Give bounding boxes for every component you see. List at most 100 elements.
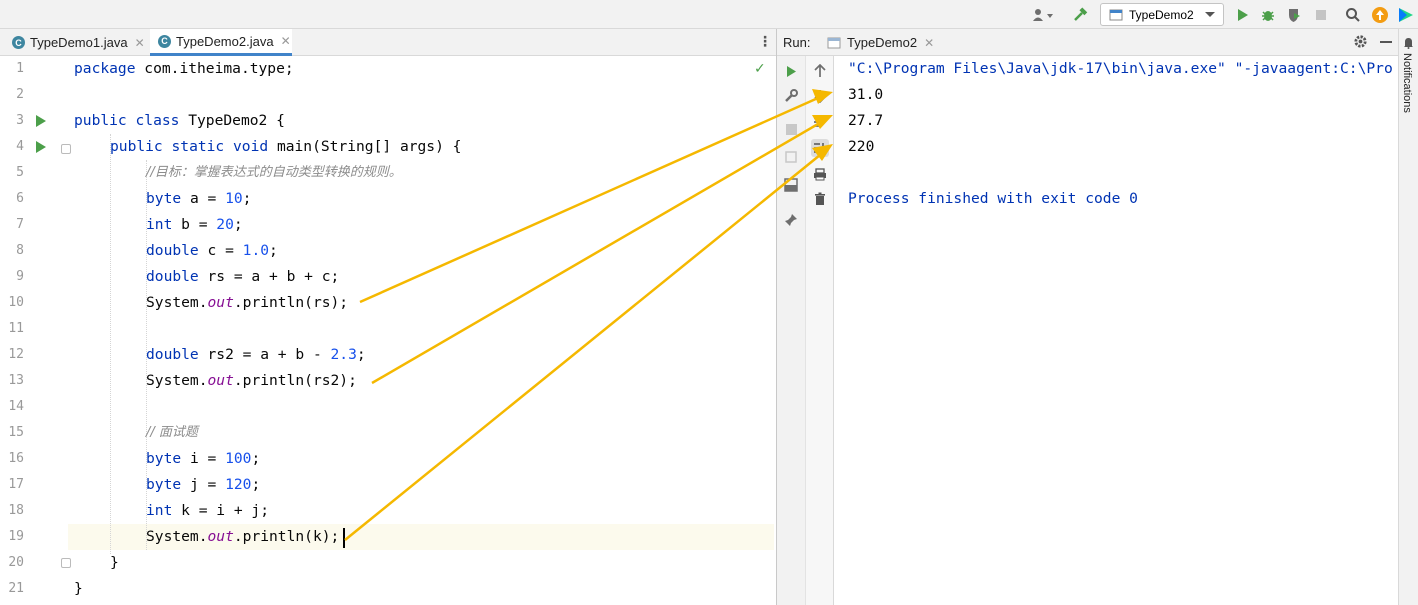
line-number: 1 (16, 61, 24, 76)
arrow-down-icon[interactable] (811, 87, 829, 105)
code-line-7: int b = 20; (146, 212, 243, 238)
code-text: a = (181, 190, 226, 207)
application-icon (827, 37, 841, 48)
indent-guide (110, 134, 111, 554)
line-number: 2 (16, 87, 24, 102)
run-left-toolbar (777, 56, 806, 605)
code-line-9: double rs = a + b + c; (146, 264, 339, 290)
line-number: 3 (16, 113, 24, 128)
code-text: com.itheima.type; (135, 60, 294, 77)
run-configuration-select[interactable]: TypeDemo2 (1100, 3, 1224, 26)
number-literal: 10 (225, 190, 243, 207)
code-text: .println(rs); (233, 294, 349, 311)
fold-icon[interactable] (61, 558, 71, 568)
console-output-line: 31.0 (848, 86, 884, 103)
line-number: 8 (16, 243, 24, 258)
tab-label: TypeDemo1.java (30, 35, 128, 50)
more-options-icon[interactable]: ⋮ (758, 34, 772, 50)
code-text: ; (242, 190, 252, 207)
line-number: 12 (8, 347, 24, 362)
wrench-icon[interactable] (782, 87, 800, 105)
code-line-17: byte j = 120; (146, 472, 260, 498)
console-output[interactable]: "C:\Program Files\Java\jdk-17\bin\java.e… (834, 56, 1399, 605)
tab-typedemo1[interactable]: C TypeDemo1.java ✕ (12, 29, 146, 56)
line-number: 9 (16, 269, 24, 284)
line-number: 11 (8, 321, 24, 336)
code-text: b = (172, 216, 217, 233)
pin-icon[interactable] (782, 211, 800, 229)
code-line-10: System.out.println(rs); (146, 290, 348, 316)
minimize-icon[interactable] (1380, 41, 1392, 43)
stop-icon[interactable] (1312, 5, 1330, 24)
restore-layout-icon[interactable] (782, 148, 800, 166)
jetbrains-icon[interactable] (1396, 5, 1416, 24)
chevron-down-icon (1205, 12, 1215, 17)
tab-typedemo2[interactable]: C TypeDemo2.java ✕ (150, 29, 292, 56)
console-output-line: 27.7 (848, 112, 884, 129)
stop-icon[interactable] (782, 120, 800, 138)
line-number: 10 (8, 295, 24, 310)
keyword: double (146, 268, 199, 285)
number-literal: 120 (225, 476, 252, 493)
trash-icon[interactable] (811, 190, 829, 208)
code-text: j = (181, 476, 226, 493)
close-icon[interactable]: ✕ (924, 36, 934, 50)
keyword: int (146, 502, 173, 519)
close-icon[interactable]: ✕ (281, 34, 291, 48)
line-number: 4 (16, 139, 24, 154)
keyword: byte (146, 190, 182, 207)
run-icon[interactable] (1234, 5, 1252, 24)
fold-icon[interactable] (61, 144, 71, 154)
number-literal: 1.0 (242, 242, 270, 259)
line-number: 14 (8, 399, 24, 414)
inspection-ok-icon[interactable]: ✓ (754, 61, 766, 77)
code-text: ; (233, 216, 243, 233)
build-hammer-icon[interactable] (1070, 5, 1090, 24)
layout-icon[interactable] (782, 176, 800, 194)
tab-run-typedemo2[interactable]: TypeDemo2 ✕ (827, 29, 934, 56)
user-icon[interactable] (1030, 5, 1056, 24)
run-main-icon[interactable] (36, 141, 46, 153)
code-line-12: double rs2 = a + b - 2.3; (146, 342, 366, 368)
code-editor[interactable]: 1 2 3 4 5 6 7 8 9 10 11 12 13 14 15 16 1… (0, 56, 776, 605)
code-line-13: System.out.println(rs2); (146, 368, 357, 394)
close-icon[interactable]: ✕ (135, 36, 145, 50)
line-number: 6 (16, 191, 24, 206)
code-text: ; (356, 346, 366, 363)
java-class-icon: C (158, 34, 171, 48)
rerun-icon[interactable] (782, 62, 800, 80)
arrow-up-icon[interactable] (811, 62, 829, 80)
line-number: 7 (16, 217, 24, 232)
debug-icon[interactable] (1259, 5, 1277, 24)
print-icon[interactable] (811, 165, 829, 183)
code-text: ; (251, 476, 261, 493)
line-number: 13 (8, 373, 24, 388)
notifications-tab[interactable]: Notifications (1401, 53, 1413, 113)
console-exit-line: Process finished with exit code 0 (848, 190, 1138, 207)
keyword: public static void (110, 138, 269, 155)
number-literal: 100 (225, 450, 252, 467)
code-text: i = (181, 450, 226, 467)
run-label: Run: (783, 35, 811, 50)
code-line-3: public class TypeDemo2 { (74, 108, 285, 134)
number-literal: 20 (216, 216, 234, 233)
update-icon[interactable] (1370, 5, 1390, 24)
code-line-6: byte a = 10; (146, 186, 251, 212)
scroll-to-end-icon[interactable] (811, 139, 829, 157)
search-icon[interactable] (1343, 5, 1363, 24)
settings-gear-icon[interactable] (1353, 34, 1368, 53)
soft-wrap-icon[interactable] (811, 113, 829, 131)
run-class-icon[interactable] (36, 115, 46, 127)
code-line-18: int k = i + j; (146, 498, 269, 524)
coverage-icon[interactable] (1285, 5, 1303, 24)
code-line-8: double c = 1.0; (146, 238, 278, 264)
line-number: 18 (8, 503, 24, 518)
code-comment-line-5: //目标：掌握表达式的自动类型转换的规则。 (146, 165, 402, 180)
line-number: 21 (8, 581, 24, 596)
editor-tab-bar: C TypeDemo1.java ✕ C TypeDemo2.java ✕ ⋮ (0, 29, 776, 56)
code-text: .println(k); (233, 528, 340, 545)
console-command-line: "C:\Program Files\Java\jdk-17\bin\java.e… (848, 60, 1393, 77)
code-text: main(String[] args) { (268, 138, 462, 155)
code-line-19: System.out.println(k); (146, 524, 339, 550)
bell-icon[interactable] (1403, 37, 1414, 53)
